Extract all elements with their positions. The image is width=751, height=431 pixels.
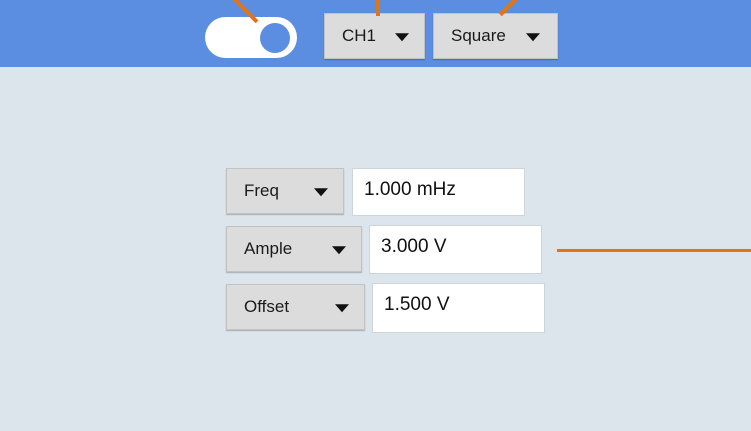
param-selector-offset[interactable]: Offset	[226, 284, 365, 330]
chevron-down-icon	[314, 188, 328, 197]
output-toggle[interactable]	[205, 17, 297, 58]
param-selector-label: Ample	[244, 239, 293, 258]
chevron-down-icon	[395, 33, 409, 42]
param-selector-label: Freq	[244, 181, 279, 200]
channel-dropdown-label: CH1	[342, 26, 377, 45]
freq-value-field[interactable]: 1.000 mHz	[352, 168, 525, 216]
offset-value-field[interactable]: 1.500 V	[372, 283, 545, 333]
param-selector-freq[interactable]: Freq	[226, 168, 344, 214]
chevron-down-icon	[335, 304, 349, 313]
freq-value: 1.000 mHz	[364, 179, 456, 200]
amplitude-value: 3.000 V	[381, 236, 447, 257]
annotation-line-params	[557, 249, 751, 252]
param-selector-ample[interactable]: Ample	[226, 226, 362, 272]
waveform-dropdown[interactable]: Square	[433, 13, 558, 59]
offset-value: 1.500 V	[384, 294, 450, 315]
annotation-arrow-channel	[376, 0, 380, 16]
amplitude-value-field[interactable]: 3.000 V	[369, 225, 542, 274]
toggle-knob	[260, 23, 290, 53]
param-selector-label: Offset	[244, 297, 290, 316]
channel-dropdown[interactable]: CH1	[324, 13, 425, 59]
chevron-down-icon	[332, 246, 346, 255]
chevron-down-icon	[526, 33, 540, 42]
waveform-dropdown-label: Square	[451, 26, 506, 45]
